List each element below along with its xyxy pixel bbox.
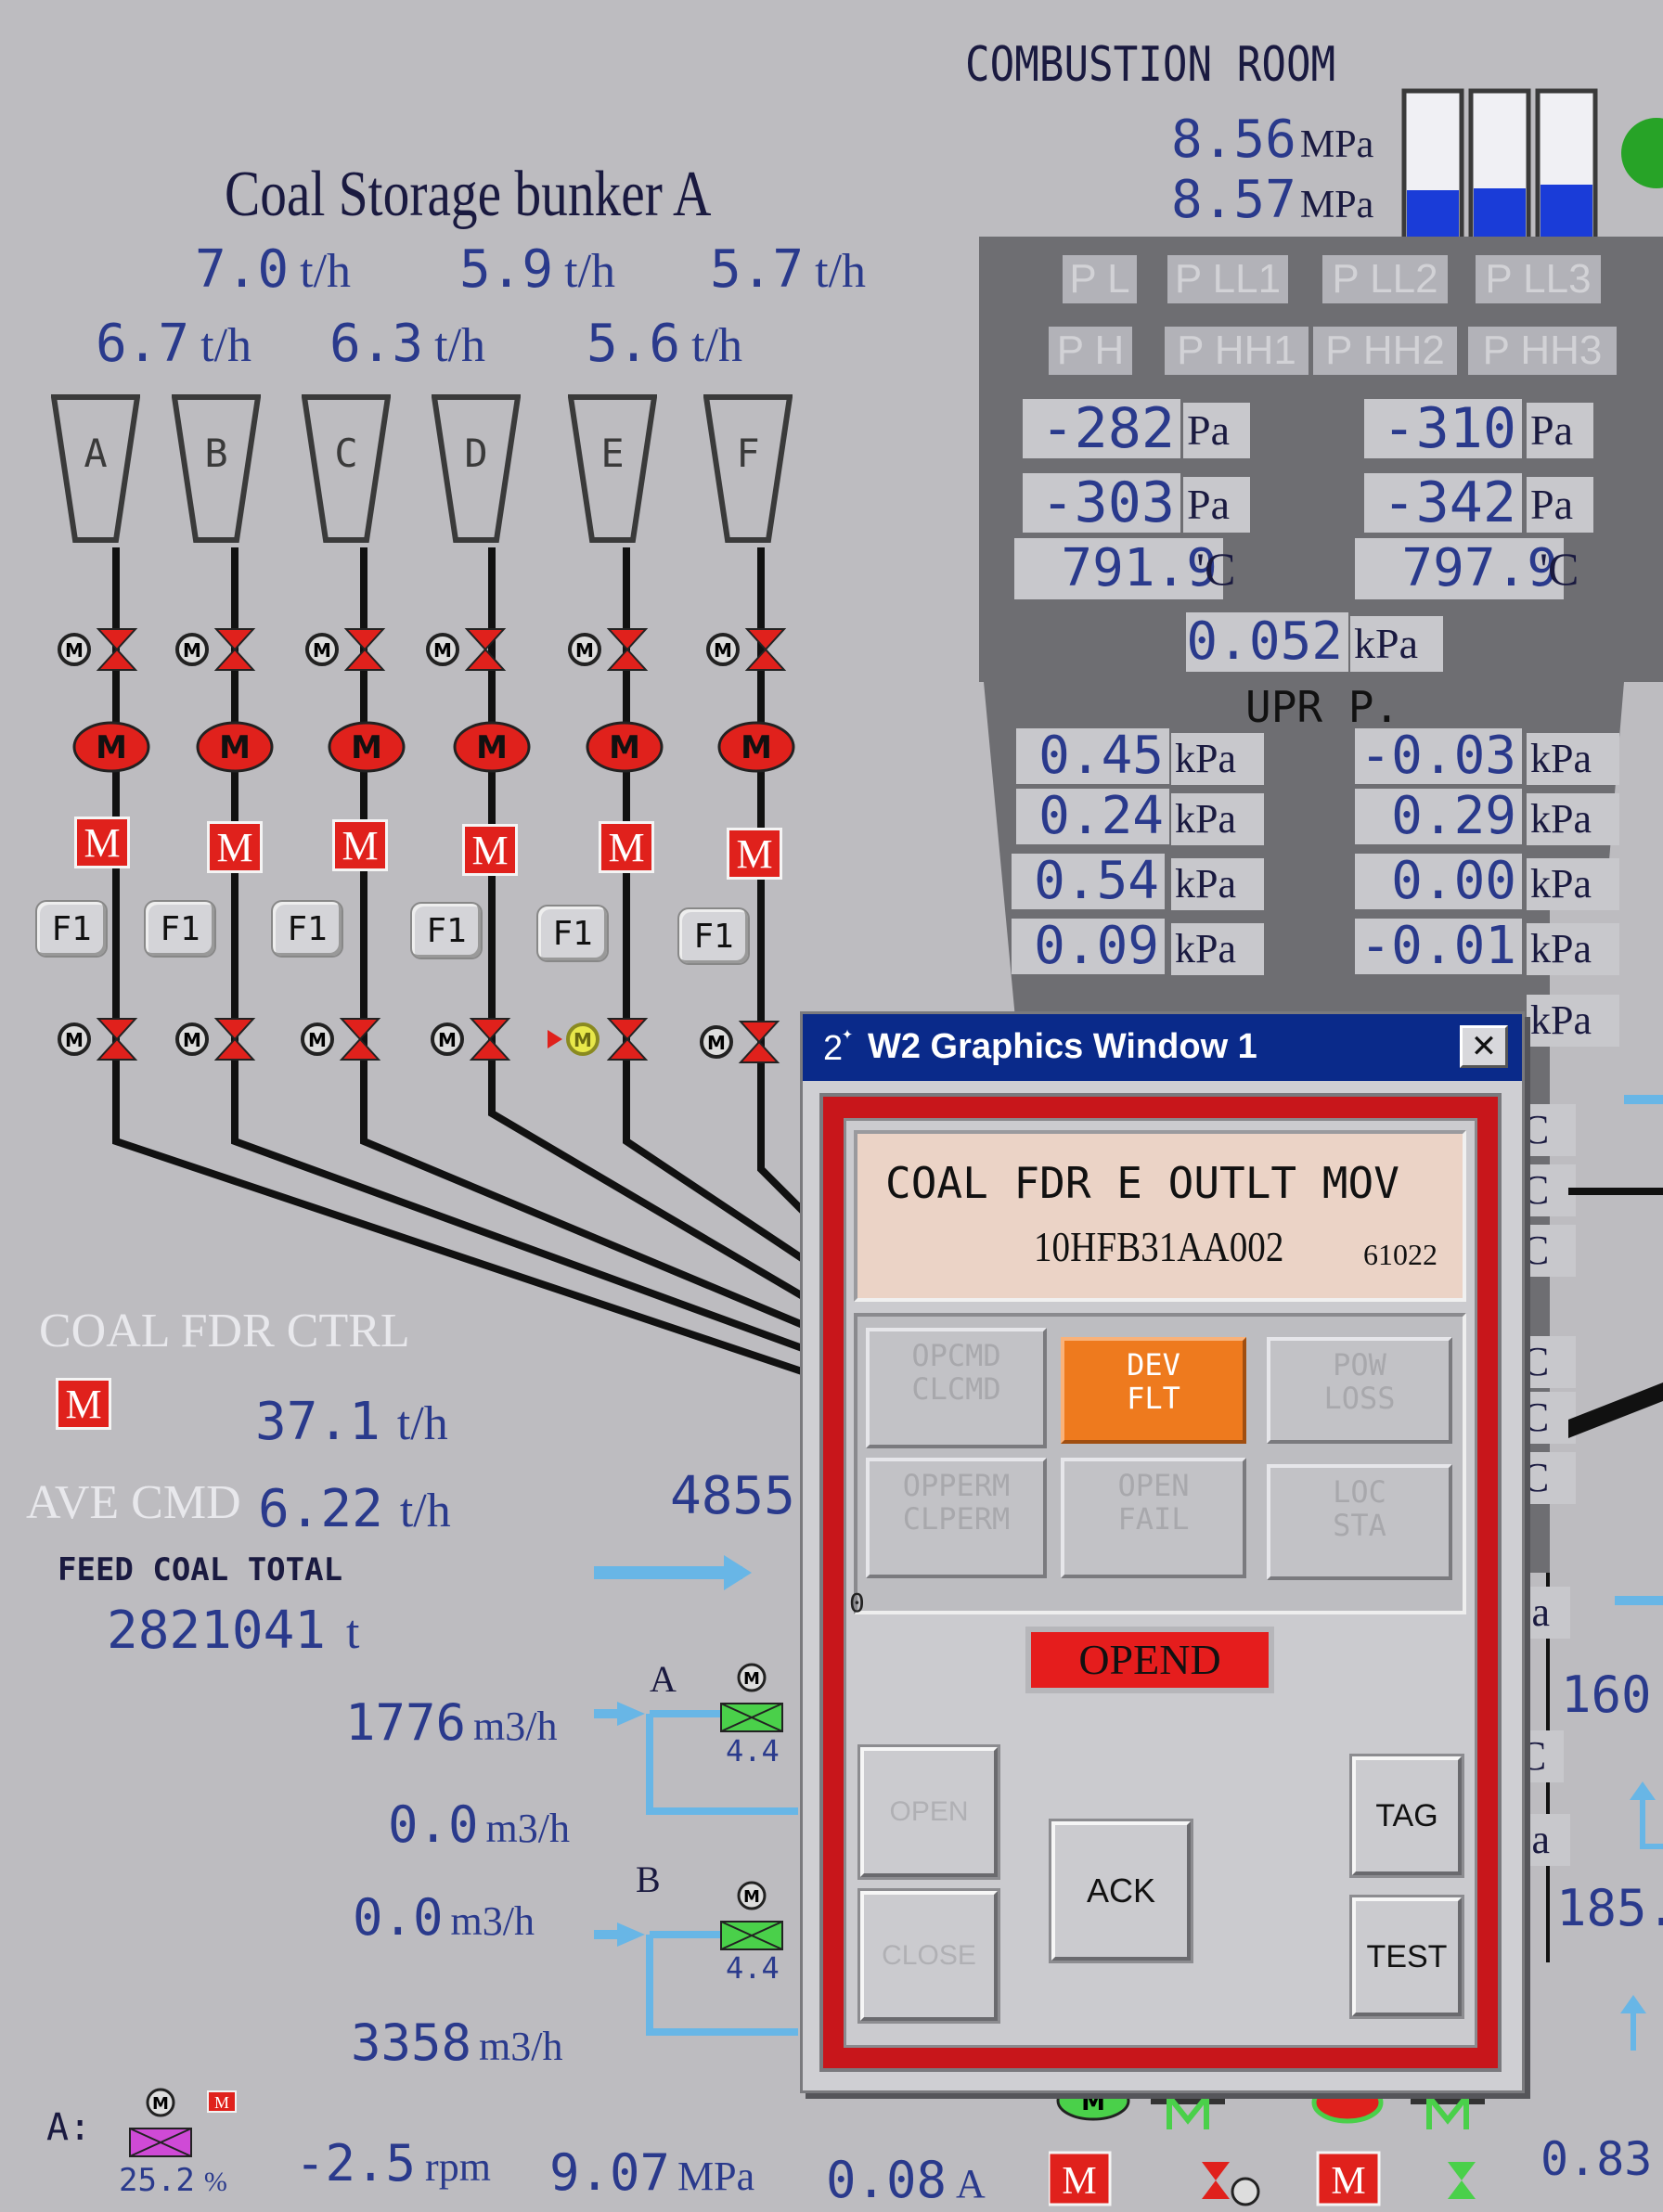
air-flow-2: 0.0 m3/h <box>388 1795 570 1854</box>
device-state-indicator: OPEND <box>1025 1627 1274 1693</box>
unit-label: 'C <box>1196 543 1236 595</box>
unit-label: kPa <box>1350 616 1443 672</box>
bottom-damper-icon[interactable]: MM <box>128 2086 249 2160</box>
device-info-panel: COAL FDR E OUTLT MOV 10HFB31AA002 61022 <box>854 1130 1466 1302</box>
window-number: 2 <box>823 1029 844 1068</box>
unit-label: Pa <box>1527 403 1593 458</box>
unit-label: kPa <box>1527 733 1619 785</box>
level-bars <box>1401 88 1663 247</box>
unit-label: 'C <box>1540 543 1579 595</box>
upr-value: 0.09 <box>1012 919 1165 974</box>
upr-value: -0.01 <box>1355 919 1522 974</box>
furnace-pressure-l1: -282 <box>1023 399 1180 458</box>
device-faceplate-window[interactable]: 2 ✦ W2 Graphics Window 1 ✕ COAL FDR E OU… <box>800 1011 1525 2093</box>
combustion-pressure-1: 8.56MPa <box>1171 109 1374 170</box>
svg-text:M: M <box>152 2094 169 2114</box>
status-open-fail: OPEN FAIL <box>1061 1458 1246 1578</box>
ack-button[interactable]: ACK <box>1051 1821 1191 1961</box>
svg-text:M: M <box>743 1887 760 1907</box>
status-dev-flt: DEV FLT <box>1061 1337 1246 1444</box>
svg-text:M: M <box>214 2093 229 2112</box>
upr-p-label: UPR P. <box>1245 682 1400 732</box>
air-flow-1: 1776 m3/h <box>345 1693 558 1752</box>
unit-label: kPa <box>1171 733 1264 785</box>
unit-label: kPa <box>1527 923 1619 975</box>
upr-value: -0.03 <box>1355 728 1522 784</box>
bottom-mpa: 9.07 MPa <box>549 2143 755 2202</box>
damper-a-percent: 4.4 <box>726 1733 780 1768</box>
furnace-pressure-l2: -303 <box>1023 473 1180 533</box>
upr-value: 0.24 <box>1016 789 1169 844</box>
unit-label: kPa <box>1171 858 1264 910</box>
svg-text:M: M <box>743 1669 760 1689</box>
close-icon[interactable]: ✕ <box>1460 1025 1508 1068</box>
bottom-rpm: -2.5 rpm <box>295 2134 491 2193</box>
status-opperm-clperm: OPPERM CLPERM <box>866 1458 1047 1578</box>
window-title-bar[interactable]: 2 ✦ W2 Graphics Window 1 ✕ <box>803 1014 1522 1081</box>
unit-label: kPa <box>1527 858 1619 910</box>
unit-label: kPa <box>1171 923 1264 975</box>
status-opcmd-clcmd: OPCMD CLCMD <box>866 1328 1047 1448</box>
combustion-pressure-2: 8.57MPa <box>1171 170 1374 230</box>
unit-label: Pa <box>1183 477 1250 533</box>
svg-text:M: M <box>1062 2160 1096 2203</box>
bottom-damper-percent: 25.2% <box>119 2162 227 2199</box>
upr-value: 0.54 <box>1012 854 1165 909</box>
unit-label: Pa <box>1527 477 1593 533</box>
alarm-indicator: P H <box>1049 327 1132 375</box>
upr-value: 0.45 <box>1016 728 1169 784</box>
alarm-indicator: P LL3 <box>1476 255 1601 303</box>
zero-label: 0 <box>849 1588 865 1618</box>
unit-label: kPa <box>1171 793 1264 845</box>
svg-text:M: M <box>1331 2160 1365 2203</box>
alarm-indicator: P LL1 <box>1167 255 1288 303</box>
device-tag: 10HFB31AA002 <box>1034 1223 1284 1270</box>
bottom-motor-icons: M M M <box>1049 2080 1485 2206</box>
air-a-label: A <box>650 1658 677 1700</box>
damper-a-icon[interactable]: M <box>719 1661 784 1735</box>
test-button[interactable]: TEST <box>1352 1897 1462 2016</box>
unit-label: kPa <box>1527 793 1619 845</box>
furnace-center-pressure: 0.052 <box>1186 612 1348 672</box>
air-b-label: B <box>636 1858 661 1900</box>
upr-value: 0.00 <box>1355 854 1522 909</box>
alarm-indicator: P HH2 <box>1313 327 1457 375</box>
open-button[interactable]: OPEN <box>860 1747 998 1877</box>
unit-label: Pa <box>1183 403 1250 458</box>
alarm-indicator: P HH1 <box>1165 327 1308 375</box>
status-loc-sta: LOC STA <box>1267 1464 1452 1580</box>
furnace-temp-r: 797.9 <box>1355 538 1564 599</box>
close-button[interactable]: CLOSE <box>860 1891 998 2021</box>
alarm-indicator: P L <box>1063 255 1137 303</box>
window-title: W2 Graphics Window 1 <box>868 1027 1257 1066</box>
air-flow-4: 3358 m3/h <box>351 2013 563 2072</box>
window-pin-icon: ✦ <box>842 1022 854 1044</box>
device-id: 61022 <box>1363 1238 1437 1271</box>
damper-b-percent: 4.4 <box>726 1950 780 1986</box>
bottom-right-value: 0.83 <box>1541 2132 1653 2186</box>
air-flow-3: 0.0 m3/h <box>353 1888 535 1947</box>
upr-value: 0.29 <box>1355 789 1522 844</box>
right-edge-decor <box>1568 1095 1663 2051</box>
damper-b-icon[interactable]: M <box>719 1879 784 1953</box>
tag-button[interactable]: TAG <box>1352 1756 1462 1875</box>
alarm-indicator: P LL2 <box>1322 255 1448 303</box>
bottom-amps: 0.08 A <box>826 2151 986 2209</box>
device-name: COAL FDR E OUTLT MOV <box>885 1158 1399 1208</box>
furnace-pressure-r2: -342 <box>1364 473 1522 533</box>
status-pow-loss: POW LOSS <box>1267 1337 1452 1444</box>
bottom-row-label: A: <box>46 2106 92 2149</box>
alarm-indicator: P HH3 <box>1468 327 1617 375</box>
combustion-title: COMBUSTION ROOM <box>965 37 1336 93</box>
unit-label: kPa <box>1527 995 1619 1047</box>
furnace-pressure-r1: -310 <box>1364 399 1522 458</box>
